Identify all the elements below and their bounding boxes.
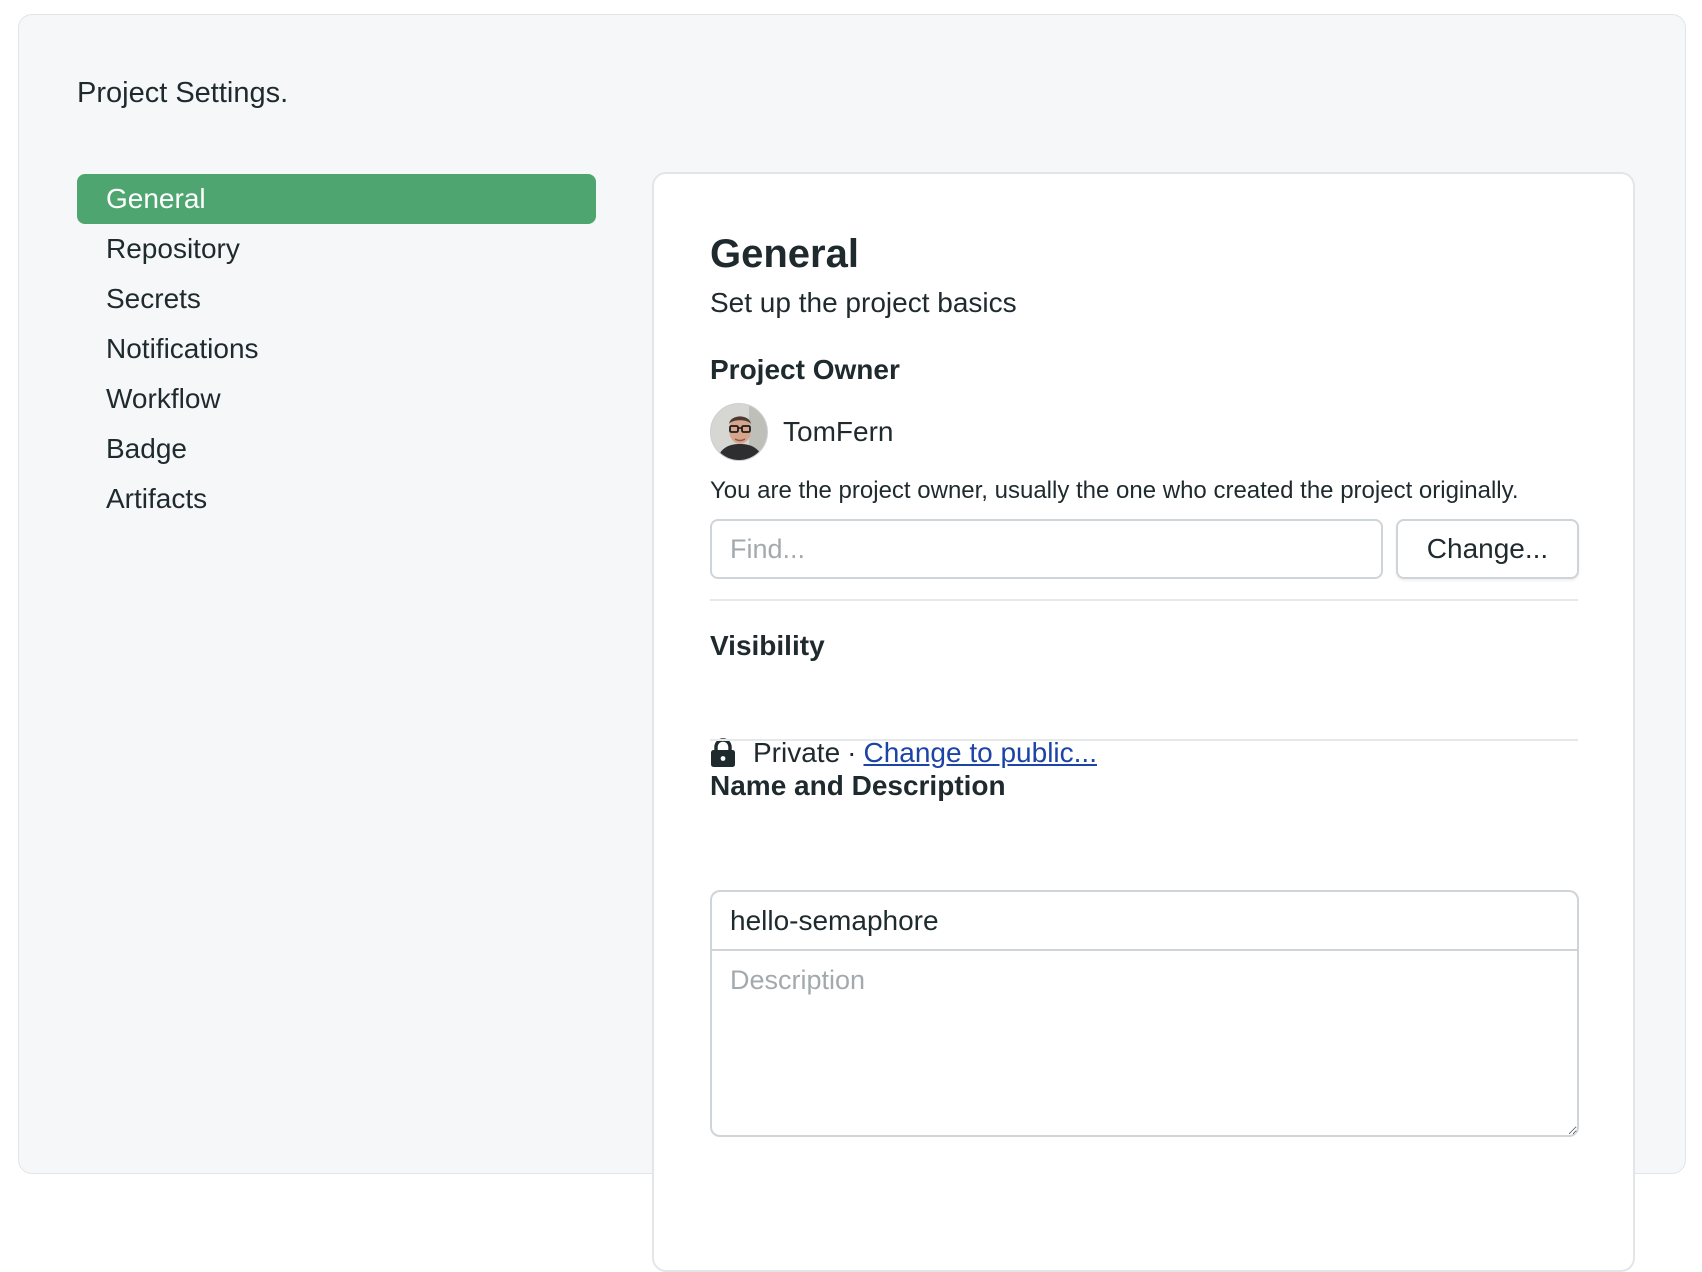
avatar-image <box>711 404 767 460</box>
general-settings-card: General Set up the project basics Projec… <box>652 172 1635 1272</box>
divider <box>710 599 1578 601</box>
settings-sidebar: General Repository Secrets Notifications… <box>77 174 596 524</box>
settings-frame: Project Settings. General Repository Sec… <box>18 14 1686 1272</box>
owner-row: TomFern <box>710 403 893 461</box>
lock-icon <box>711 738 735 767</box>
visibility-title: Visibility <box>710 630 825 661</box>
owner-note: You are the project owner, usually the o… <box>710 477 1519 504</box>
sidebar-item-secrets[interactable]: Secrets <box>77 274 596 324</box>
owner-search-input[interactable] <box>710 519 1383 579</box>
project-owner-title: Project Owner <box>710 354 900 385</box>
sidebar-item-badge[interactable]: Badge <box>77 424 596 474</box>
owner-name: TomFern <box>783 416 894 447</box>
sidebar-item-workflow[interactable]: Workflow <box>77 374 596 424</box>
change-to-public-link[interactable]: Change to public... <box>863 737 1097 769</box>
page-title: Project Settings. <box>77 77 289 109</box>
name-description-title: Name and Description <box>710 770 1006 801</box>
sidebar-item-notifications[interactable]: Notifications <box>77 324 596 374</box>
visibility-status: Private <box>753 737 841 768</box>
sidebar-item-general[interactable]: General <box>77 174 596 224</box>
sidebar-item-repository[interactable]: Repository <box>77 224 596 274</box>
section-subtitle: Set up the project basics <box>710 287 1017 318</box>
visibility-separator: · <box>847 737 857 768</box>
project-name-input[interactable] <box>710 890 1579 950</box>
change-owner-button[interactable]: Change... <box>1396 519 1579 579</box>
user-avatar <box>710 403 768 461</box>
section-heading: General <box>710 232 859 276</box>
sidebar-item-artifacts[interactable]: Artifacts <box>77 474 596 524</box>
project-description-input[interactable] <box>710 949 1579 1137</box>
divider <box>710 739 1578 741</box>
